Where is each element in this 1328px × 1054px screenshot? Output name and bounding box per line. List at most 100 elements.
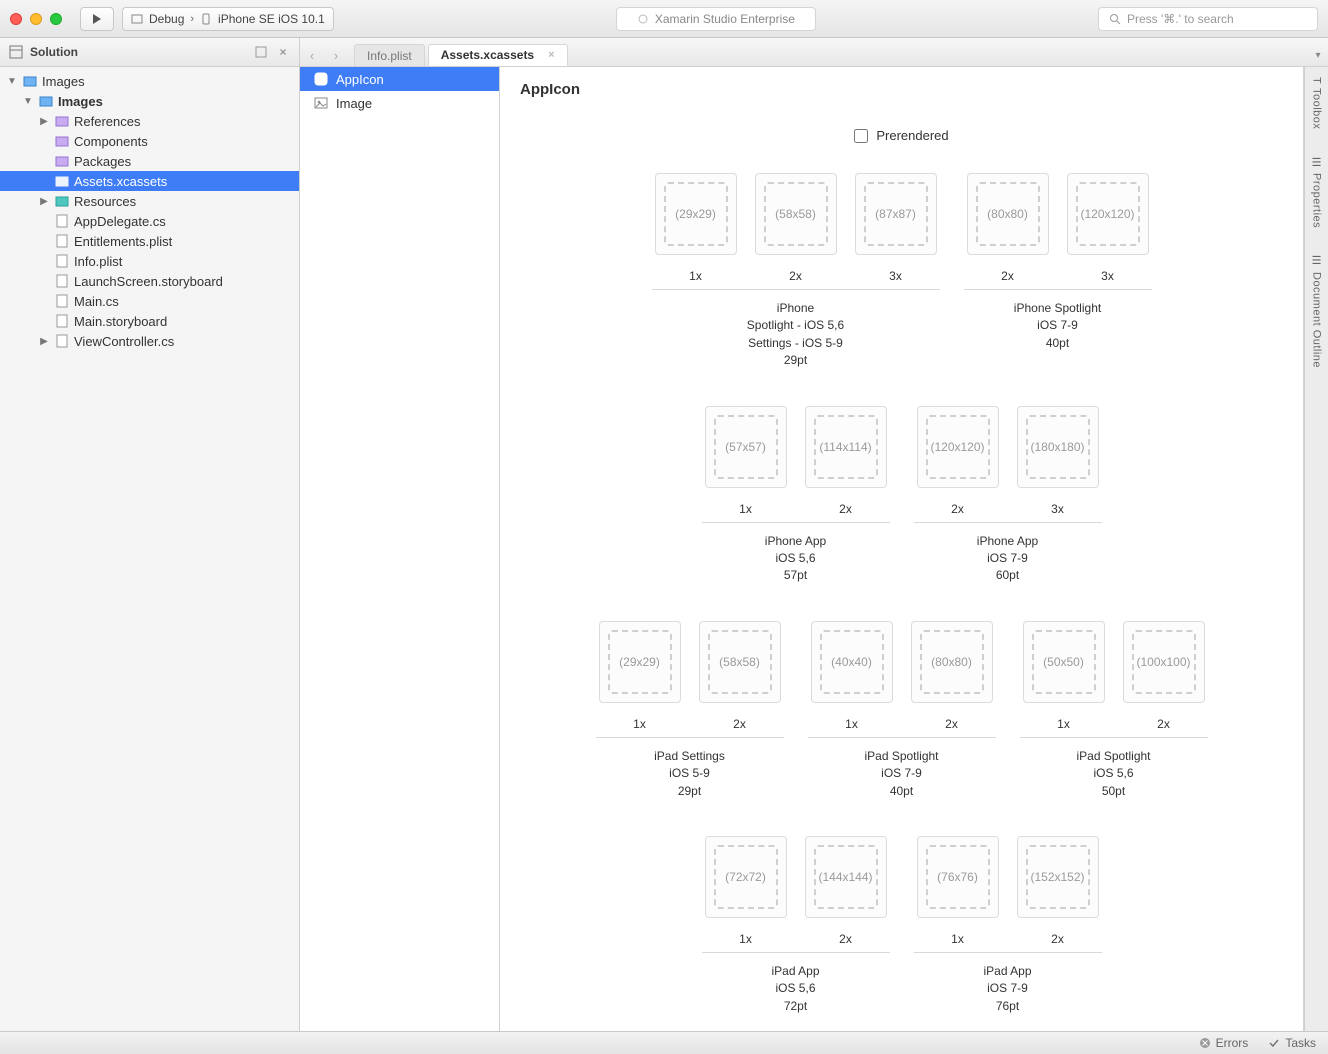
tree-label: LaunchScreen.storyboard <box>74 274 223 289</box>
icon-well[interactable]: (29x29) <box>655 173 737 255</box>
asset-canvas[interactable]: AppIcon Prerendered (29x29)1x(58x58)2x(8… <box>500 67 1304 1031</box>
tree-launchscreen[interactable]: LaunchScreen.storyboard <box>0 271 299 291</box>
resources-icon <box>54 193 70 209</box>
icon-well[interactable]: (50x50) <box>1023 621 1105 703</box>
well-size-label: (180x180) <box>1030 440 1084 454</box>
icon-group: (50x50)1x(100x100)2xiPad SpotlightiOS 5,… <box>1020 621 1208 800</box>
icon-well[interactable]: (80x80) <box>967 173 1049 255</box>
nav-back-button[interactable]: ‹ <box>300 44 324 66</box>
solution-header-label: Solution <box>30 45 78 59</box>
main-area: Solution × ▼ Images ▼ Images ▶ Reference… <box>0 38 1328 1031</box>
tree-references[interactable]: ▶ References <box>0 111 299 131</box>
tree-infoplist[interactable]: Info.plist <box>0 251 299 271</box>
zoom-window-button[interactable] <box>50 13 62 25</box>
tree-appdelegate[interactable]: AppDelegate.cs <box>0 211 299 231</box>
status-tasks[interactable]: Tasks <box>1268 1036 1316 1050</box>
build-config-select[interactable]: Debug › iPhone SE iOS 10.1 <box>122 7 334 31</box>
icon-well[interactable]: (120x120) <box>917 406 999 488</box>
tab-assets-xcassets[interactable]: Assets.xcassets × <box>428 44 568 66</box>
titlebar: Debug › iPhone SE iOS 10.1 Xamarin Studi… <box>0 0 1328 38</box>
prerendered-checkbox[interactable] <box>854 129 868 143</box>
icon-group: (76x76)1x(152x152)2xiPad AppiOS 7-976pt <box>914 836 1102 1015</box>
tree-project[interactable]: ▼ Images <box>0 91 299 111</box>
tree-solution-root[interactable]: ▼ Images <box>0 71 299 91</box>
well-size-label: (120x120) <box>930 440 984 454</box>
minimize-window-button[interactable] <box>30 13 42 25</box>
nav-forward-button[interactable]: › <box>324 44 348 66</box>
rail-document-outline[interactable]: ☰ Document Outline <box>1310 250 1323 372</box>
icon-well[interactable]: (180x180) <box>1017 406 1099 488</box>
editor-body: AppIcon Image AppIcon Prerendered <box>300 67 1328 1031</box>
icon-group: (40x40)1x(80x80)2xiPad SpotlightiOS 7-94… <box>808 621 996 800</box>
icon-well[interactable]: (76x76) <box>917 836 999 918</box>
search-icon <box>1109 13 1121 25</box>
storyboard-file-icon <box>54 313 70 329</box>
tree-label: Components <box>74 134 148 149</box>
tab-overflow-button[interactable]: ▾ <box>1304 44 1328 66</box>
icon-well[interactable]: (58x58) <box>755 173 837 255</box>
run-button[interactable] <box>80 7 114 31</box>
app-title: Xamarin Studio Enterprise <box>655 12 795 26</box>
doc-outline-icon: ☰ <box>1310 254 1323 268</box>
tree-viewcontroller[interactable]: ▶ ViewController.cs <box>0 331 299 351</box>
icon-well[interactable]: (40x40) <box>811 621 893 703</box>
tree-label: AppDelegate.cs <box>74 214 166 229</box>
icon-well[interactable]: (80x80) <box>911 621 993 703</box>
tab-close-button[interactable]: × <box>548 49 554 61</box>
status-errors[interactable]: Errors <box>1199 1036 1249 1050</box>
group-caption: iPhone AppiOS 7-960pt <box>977 533 1038 585</box>
panel-close-button[interactable]: × <box>275 44 291 60</box>
icon-well[interactable]: (144x144) <box>805 836 887 918</box>
icon-well[interactable]: (152x152) <box>1017 836 1099 918</box>
icon-well[interactable]: (120x120) <box>1067 173 1149 255</box>
tree-maincs[interactable]: Main.cs <box>0 291 299 311</box>
icon-well[interactable]: (57x57) <box>705 406 787 488</box>
tab-info-plist[interactable]: Info.plist <box>354 44 425 66</box>
icon-groups: (29x29)1x(58x58)2x(87x87)3xiPhoneSpotlig… <box>520 173 1283 1015</box>
scale-label: 2x <box>1157 717 1170 731</box>
tree-label: Assets.xcassets <box>74 174 167 189</box>
tree-components[interactable]: Components <box>0 131 299 151</box>
tree-assets-xcassets[interactable]: Assets.xcassets <box>0 171 299 191</box>
well-size-label: (57x57) <box>725 440 766 454</box>
icon-group: (80x80)2x(120x120)3xiPhone SpotlightiOS … <box>964 173 1152 352</box>
global-search[interactable]: Press '⌘.' to search <box>1098 7 1318 31</box>
icon-group: (29x29)1x(58x58)2xiPad SettingsiOS 5-929… <box>596 621 784 800</box>
scale-label: 2x <box>733 717 746 731</box>
tree-entitlements[interactable]: Entitlements.plist <box>0 231 299 251</box>
rail-toolbox[interactable]: T Toolbox <box>1311 73 1323 134</box>
asset-appicon[interactable]: AppIcon <box>300 67 499 91</box>
toolbox-icon: T <box>1311 77 1323 84</box>
panel-options-button[interactable] <box>253 44 269 60</box>
packages-icon <box>54 153 70 169</box>
tree-resources[interactable]: ▶ Resources <box>0 191 299 211</box>
scale-label: 2x <box>789 269 802 283</box>
close-window-button[interactable] <box>10 13 22 25</box>
group-caption: iPad SpotlightiOS 5,650pt <box>1076 748 1150 800</box>
icon-well[interactable]: (100x100) <box>1123 621 1205 703</box>
rail-properties[interactable]: ☰ Properties <box>1310 152 1323 233</box>
tab-label: Assets.xcassets <box>441 48 534 62</box>
right-rail: T Toolbox ☰ Properties ☰ Document Outlin… <box>1304 67 1328 1031</box>
icon-well[interactable]: (58x58) <box>699 621 781 703</box>
status-errors-label: Errors <box>1216 1036 1249 1050</box>
scale-label: 1x <box>739 502 752 516</box>
tree-label: Info.plist <box>74 254 122 269</box>
well-size-label: (114x114) <box>819 440 871 454</box>
asset-image[interactable]: Image <box>300 91 499 115</box>
scale-label: 1x <box>633 717 646 731</box>
tree-packages[interactable]: Packages <box>0 151 299 171</box>
icon-well[interactable]: (72x72) <box>705 836 787 918</box>
error-icon <box>1199 1037 1211 1049</box>
well-size-label: (80x80) <box>931 655 972 669</box>
build-config-label: Debug <box>149 12 184 26</box>
tab-label: Info.plist <box>367 49 412 63</box>
well-size-label: (29x29) <box>675 207 716 221</box>
tree-label: References <box>74 114 140 129</box>
status-tasks-label: Tasks <box>1285 1036 1316 1050</box>
icon-well[interactable]: (29x29) <box>599 621 681 703</box>
tree-mainstoryboard[interactable]: Main.storyboard <box>0 311 299 331</box>
tree-label: Entitlements.plist <box>74 234 172 249</box>
icon-well[interactable]: (87x87) <box>855 173 937 255</box>
icon-well[interactable]: (114x114) <box>805 406 887 488</box>
